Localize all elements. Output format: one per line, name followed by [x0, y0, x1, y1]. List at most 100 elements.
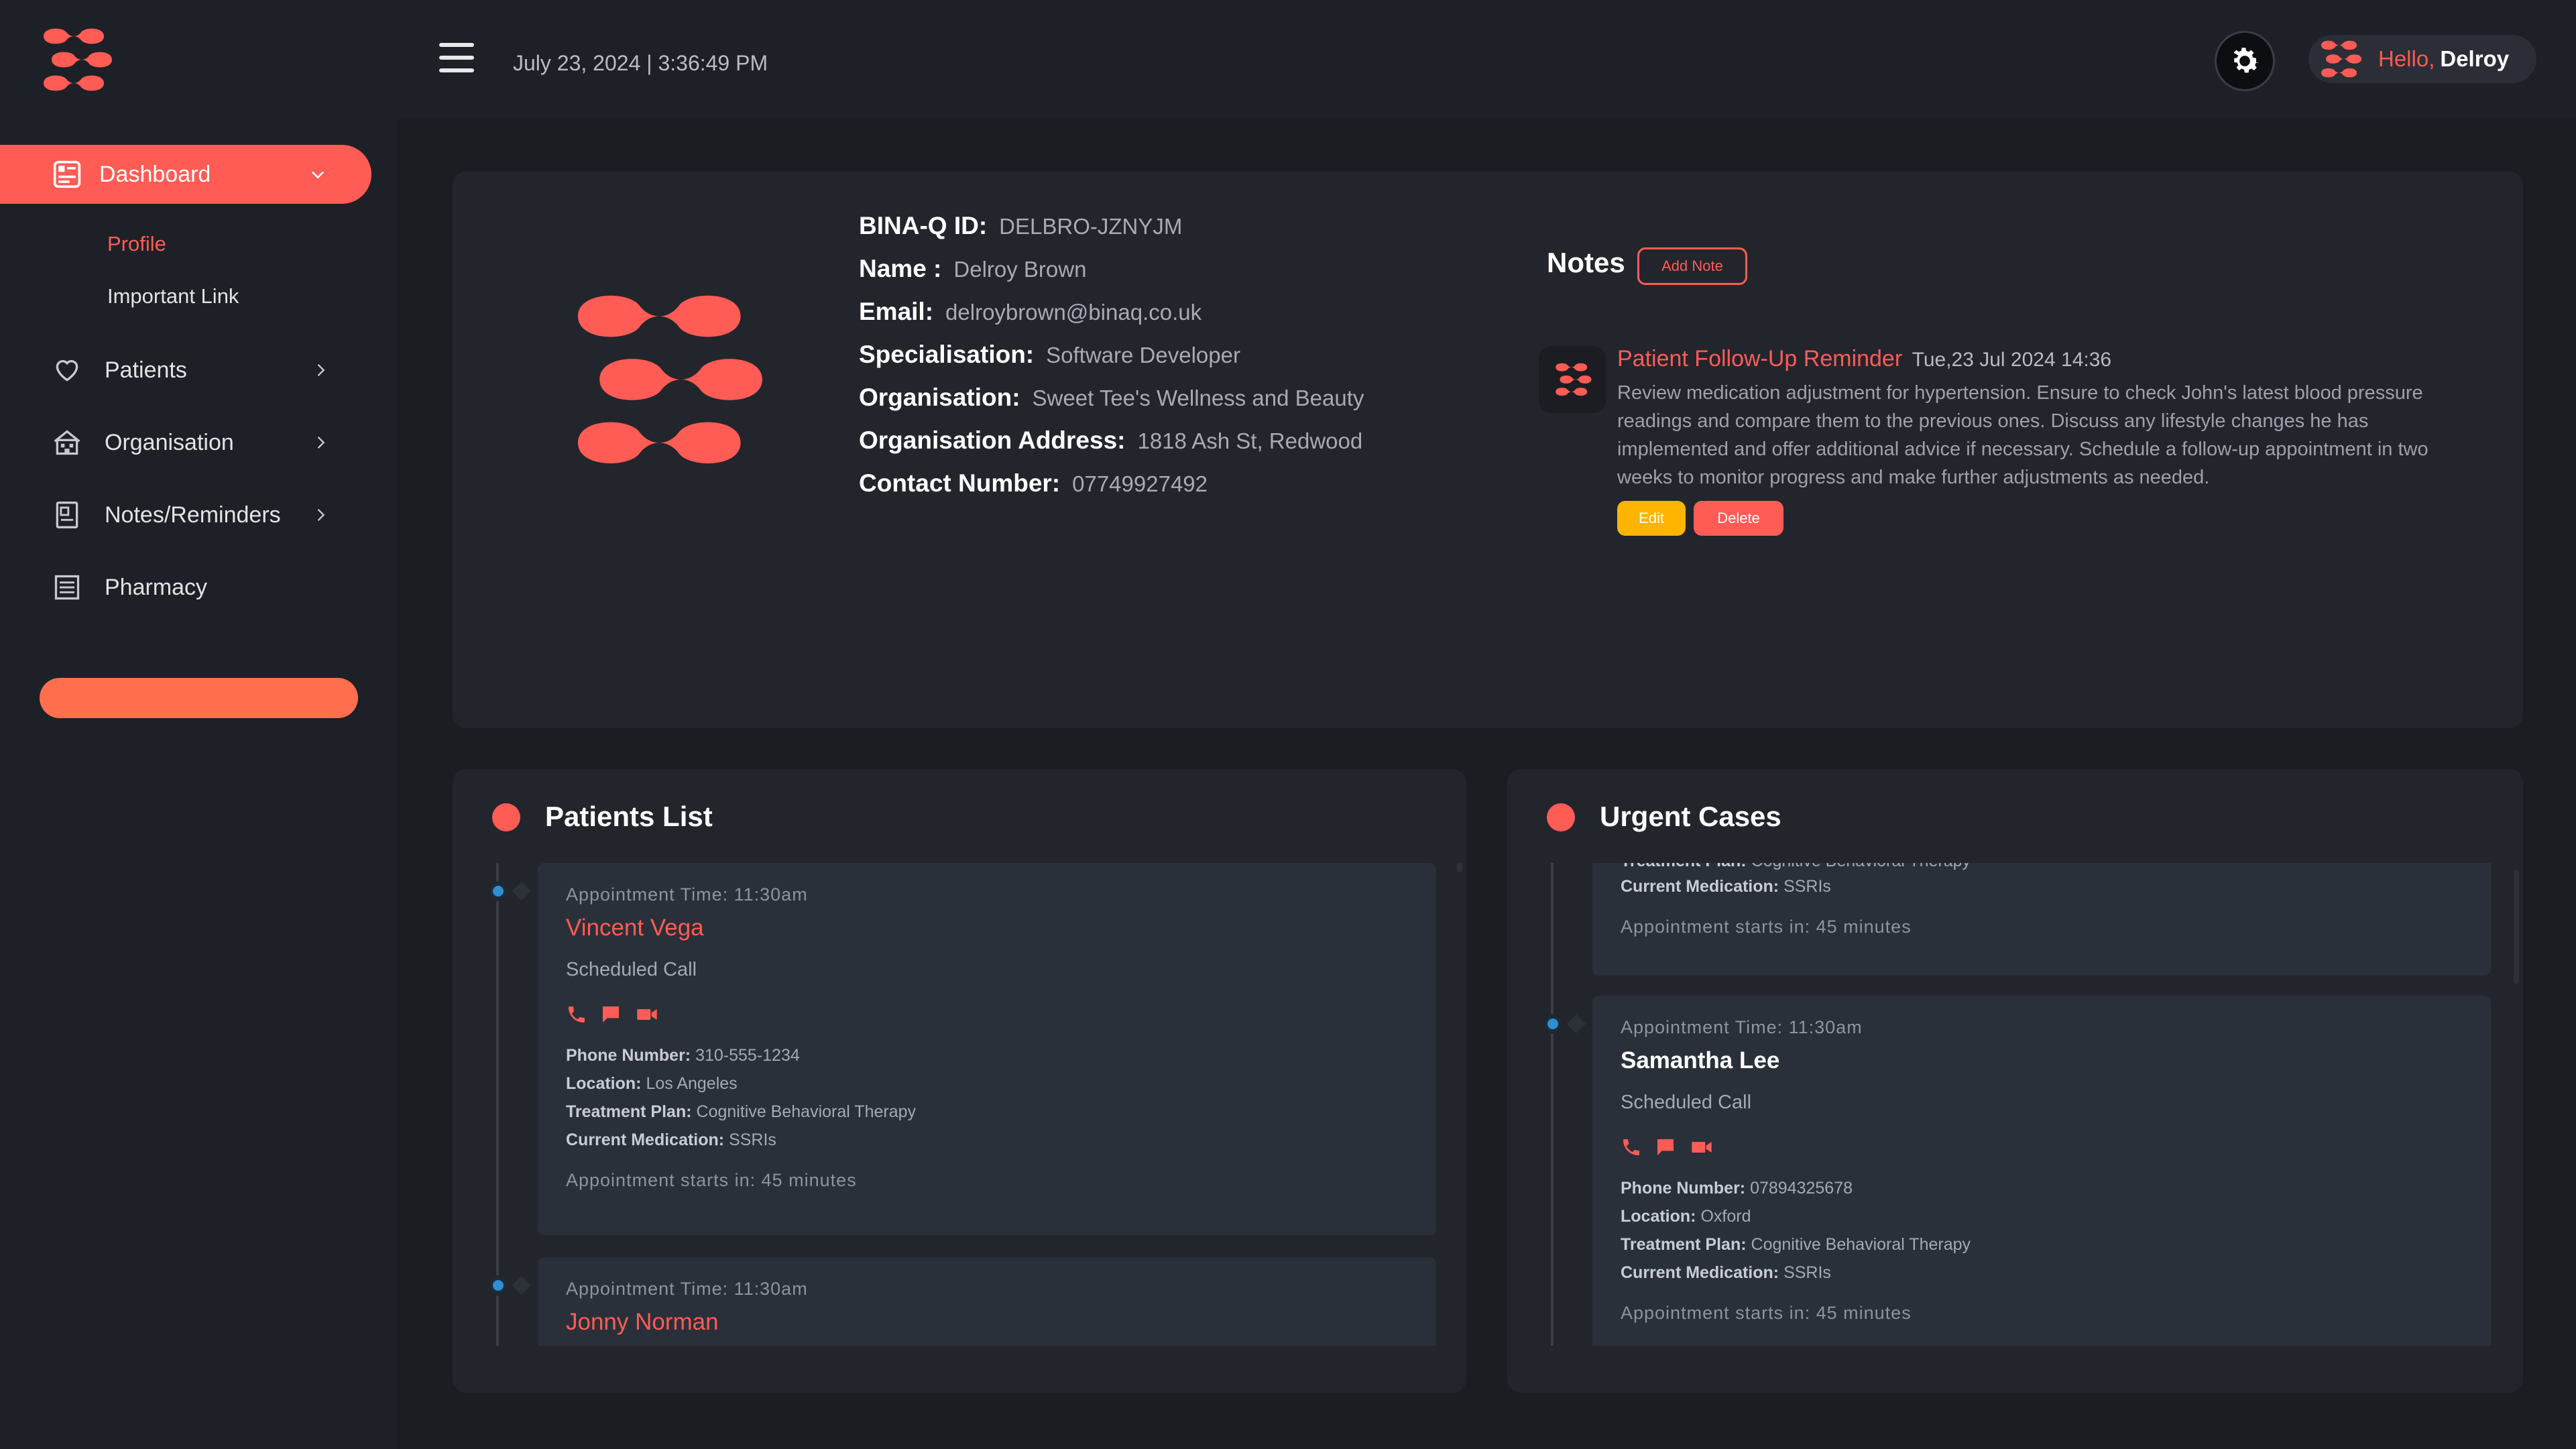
patients-timeline[interactable]: Appointment Time: 11:30am Vincent Vega S…: [453, 863, 1466, 1346]
scrollbar[interactable]: [2514, 870, 2519, 984]
urgent-cases-panel: Urgent Cases Treatment Plan: Cognitive B…: [1507, 769, 2523, 1393]
field-value: 1818 Ash St, Redwood: [1137, 428, 1363, 453]
phone-icon[interactable]: [566, 1004, 587, 1025]
contact-actions: [1621, 1137, 2463, 1158]
username: Delroy: [2440, 46, 2510, 71]
field-label: Specialisation:: [859, 341, 1035, 368]
appointment-card[interactable]: Appointment Time: 11:30am Vincent Vega S…: [538, 863, 1436, 1235]
scrollbar[interactable]: [1457, 863, 1462, 872]
timeline-dot: [1545, 1016, 1561, 1032]
field-label: Email:: [859, 298, 934, 325]
appointment-card-partial[interactable]: Treatment Plan: Cognitive Behavioral The…: [1592, 863, 2491, 976]
profile-logo: [577, 295, 762, 464]
detail-label: Current Medication:: [566, 1131, 725, 1149]
current-datetime: July 23, 2024 | 3:36:49 PM: [513, 51, 768, 75]
appointment-card[interactable]: Appointment Time: 11:30am Samantha Lee S…: [1592, 996, 2491, 1346]
sidebar-subitem-profile[interactable]: Profile: [107, 232, 166, 256]
field-value: Sweet Tee's Wellness and Beauty: [1032, 386, 1364, 410]
timeline-marker: [512, 881, 532, 901]
patient-medication: SSRIs: [1783, 877, 1831, 896]
patient-name[interactable]: Vincent Vega: [566, 915, 1408, 941]
delete-note-button[interactable]: Delete: [1694, 501, 1783, 536]
note-timestamp: Tue,23 Jul 2024 14:36: [1912, 349, 2112, 371]
note-logo-icon: [1539, 346, 1606, 413]
urgent-timeline[interactable]: Treatment Plan: Cognitive Behavioral The…: [1507, 863, 2523, 1346]
patients-list-panel: Patients List Appointment Time: 11:30am …: [453, 769, 1466, 1393]
appointment-time: Appointment Time: 11:30am: [566, 1279, 808, 1299]
patient-treatment-plan: Cognitive Behavioral Therapy: [1751, 1235, 1971, 1254]
patient-details: Phone Number: 310-555-1234 Location: Los…: [566, 1041, 1408, 1154]
field-label: Organisation:: [859, 384, 1020, 411]
patient-location: Los Angeles: [646, 1074, 738, 1093]
add-note-button[interactable]: Add Note: [1637, 247, 1747, 285]
menu-toggle-button[interactable]: [439, 43, 474, 72]
detail-label: Treatment Plan:: [566, 1102, 692, 1121]
user-avatar: [2321, 40, 2362, 78]
sidebar-action-button[interactable]: [40, 678, 358, 718]
timeline-line: [1551, 863, 1554, 1346]
field-value: DELBRO-JZNYJM: [999, 214, 1183, 239]
edit-note-button[interactable]: Edit: [1617, 501, 1686, 536]
sidebar-item-patients[interactable]: Patients: [0, 343, 371, 397]
appointment-countdown: Appointment starts in: 45 minutes: [1621, 1303, 1912, 1323]
status-dot: [1547, 803, 1575, 831]
timeline-line: [496, 863, 499, 1346]
timeline-marker: [512, 1275, 532, 1295]
sidebar-item-notes-reminders[interactable]: Notes/Reminders: [0, 488, 371, 542]
detail-label: Phone Number:: [1621, 1179, 1746, 1198]
sidebar: Dashboard Profile Important Link Patient…: [0, 118, 398, 1449]
hamburger-line: [439, 43, 474, 47]
sidebar-item-dashboard[interactable]: Dashboard: [0, 145, 371, 204]
sidebar-item-label: Patients: [105, 357, 187, 383]
field-label: BINA-Q ID:: [859, 212, 988, 239]
panel-title: Patients List: [545, 801, 713, 832]
top-bar: July 23, 2024 | 3:36:49 PM Hello, Delroy: [0, 0, 2576, 118]
sidebar-item-organisation[interactable]: Organisation: [0, 416, 371, 469]
phone-icon[interactable]: [1621, 1137, 1642, 1158]
detail-label: Phone Number:: [566, 1046, 691, 1065]
message-icon[interactable]: [1654, 1137, 1677, 1158]
app-logo[interactable]: [37, 25, 114, 94]
appointment-card[interactable]: Appointment Time: 11:30am Jonny Norman: [538, 1257, 1436, 1346]
field-value: Delroy Brown: [953, 257, 1087, 282]
patient-details: Treatment Plan: Cognitive Behavioral The…: [1621, 863, 2463, 901]
sidebar-item-label: Dashboard: [99, 161, 211, 187]
profile-info: BINA-Q ID: DELBRO-JZNYJM Name : Delroy B…: [859, 212, 1364, 512]
status-dot: [492, 803, 520, 831]
patient-phone: 07894325678: [1750, 1179, 1853, 1198]
sidebar-subitem-important-link[interactable]: Important Link: [107, 284, 239, 308]
patient-treatment-plan: Cognitive Behavioral Therapy: [1751, 863, 1971, 870]
field-label: Organisation Address:: [859, 426, 1126, 454]
field-label: Name :: [859, 255, 942, 282]
chevron-right-icon: [317, 509, 325, 521]
appointment-time: Appointment Time: 11:30am: [566, 884, 808, 905]
profile-card: BINA-Q ID: DELBRO-JZNYJM Name : Delroy B…: [453, 172, 2523, 728]
patient-phone: 310-555-1234: [695, 1046, 800, 1065]
profile-field-specialisation: Specialisation: Software Developer: [859, 341, 1364, 384]
patient-treatment-plan: Cognitive Behavioral Therapy: [696, 1102, 917, 1121]
field-value: Software Developer: [1046, 343, 1240, 367]
message-icon[interactable]: [599, 1004, 622, 1025]
profile-field-email: Email: delroybrown@binaq.co.uk: [859, 298, 1364, 341]
sidebar-item-label: Pharmacy: [105, 574, 208, 600]
heart-icon: [52, 355, 82, 385]
timeline-dot: [490, 1277, 506, 1293]
settings-button[interactable]: [2215, 31, 2275, 91]
field-value: delroybrown@binaq.co.uk: [945, 300, 1202, 325]
timeline-marker: [1566, 1014, 1586, 1034]
patient-name[interactable]: Samantha Lee: [1621, 1047, 2463, 1074]
video-icon[interactable]: [1689, 1137, 1714, 1158]
profile-field-org-address: Organisation Address: 1818 Ash St, Redwo…: [859, 426, 1364, 469]
profile-field-organisation: Organisation: Sweet Tee's Wellness and B…: [859, 384, 1364, 426]
appointment-type: Scheduled Call: [1621, 1092, 1752, 1113]
detail-label: Location:: [566, 1074, 642, 1093]
video-icon[interactable]: [634, 1004, 660, 1025]
chevron-down-icon: [311, 171, 325, 179]
field-label: Contact Number:: [859, 469, 1061, 497]
sidebar-item-pharmacy[interactable]: Pharmacy: [0, 561, 371, 614]
timeline-dot: [490, 883, 506, 899]
patient-name[interactable]: Jonny Norman: [566, 1309, 1408, 1336]
user-menu[interactable]: Hello, Delroy: [2308, 35, 2536, 83]
dashboard-icon: [53, 160, 81, 188]
sidebar-item-label: Notes/Reminders: [105, 502, 281, 528]
